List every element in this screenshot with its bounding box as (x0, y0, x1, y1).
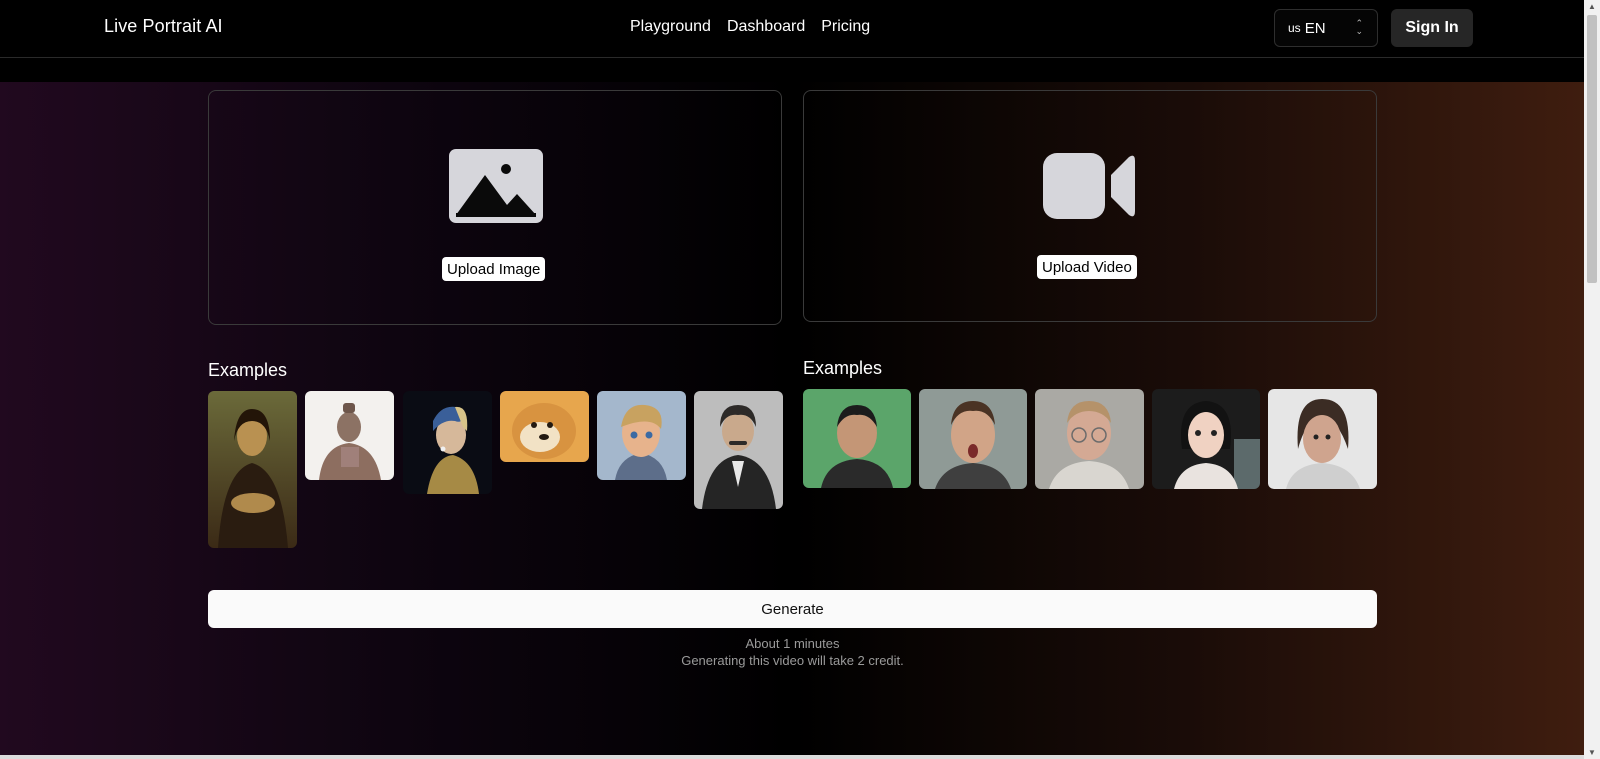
example-einstein[interactable] (694, 391, 783, 509)
example-mona-lisa[interactable] (208, 391, 297, 548)
nav-playground[interactable]: Playground (630, 18, 711, 36)
video-examples-title: Examples (803, 358, 883, 378)
image-examples-title: Examples (208, 360, 288, 380)
scroll-up-icon[interactable]: ▲ (1588, 2, 1596, 11)
flag-icon: us (1288, 21, 1301, 35)
language-select[interactable]: us EN ⌃ ⌄ (1274, 9, 1378, 47)
example-man-surprised[interactable] (919, 389, 1027, 489)
sign-in-button[interactable]: Sign In (1391, 9, 1473, 47)
example-woman-studio[interactable] (1152, 389, 1260, 489)
main-nav: Playground Dashboard Pricing (630, 18, 870, 36)
example-terracotta-warrior[interactable] (305, 391, 394, 480)
example-girl-with-pearl-earring[interactable] (403, 391, 492, 494)
upload-video-button[interactable]: Upload Video (1037, 255, 1137, 279)
example-man-green-screen[interactable] (803, 389, 911, 488)
time-estimate: About 1 minutes (745, 636, 840, 651)
scrollbar-thumb[interactable] (1587, 15, 1597, 283)
example-woman-cross-eyed[interactable] (1268, 389, 1377, 489)
nav-pricing[interactable]: Pricing (821, 18, 870, 36)
header-spacer (0, 58, 1584, 82)
scroll-down-icon[interactable]: ▼ (1588, 748, 1596, 757)
upload-image-dropzone[interactable]: Upload Image (208, 90, 782, 325)
page-scrollbar[interactable]: ▲ ▼ (1584, 0, 1600, 759)
window-bottom-edge (0, 755, 1584, 759)
brand-logo[interactable]: Live Portrait AI (104, 16, 223, 37)
generate-button[interactable]: Generate (208, 590, 1377, 628)
credit-cost-note: Generating this video will take 2 credit… (681, 653, 904, 668)
upload-video-dropzone[interactable]: Upload Video (803, 90, 1377, 322)
example-cartoon-boy[interactable] (597, 391, 686, 480)
example-man-glasses[interactable] (1035, 389, 1144, 489)
video-camera-icon (1043, 153, 1135, 224)
upload-image-button[interactable]: Upload Image (442, 257, 546, 281)
language-code: EN (1304, 19, 1326, 37)
example-doge[interactable] (500, 391, 589, 462)
nav-dashboard[interactable]: Dashboard (727, 18, 805, 36)
top-navbar: Live Portrait AI Playground Dashboard Pr… (0, 0, 1584, 58)
image-icon (449, 149, 543, 228)
chevron-updown-icon: ⌃ ⌄ (1355, 18, 1363, 36)
